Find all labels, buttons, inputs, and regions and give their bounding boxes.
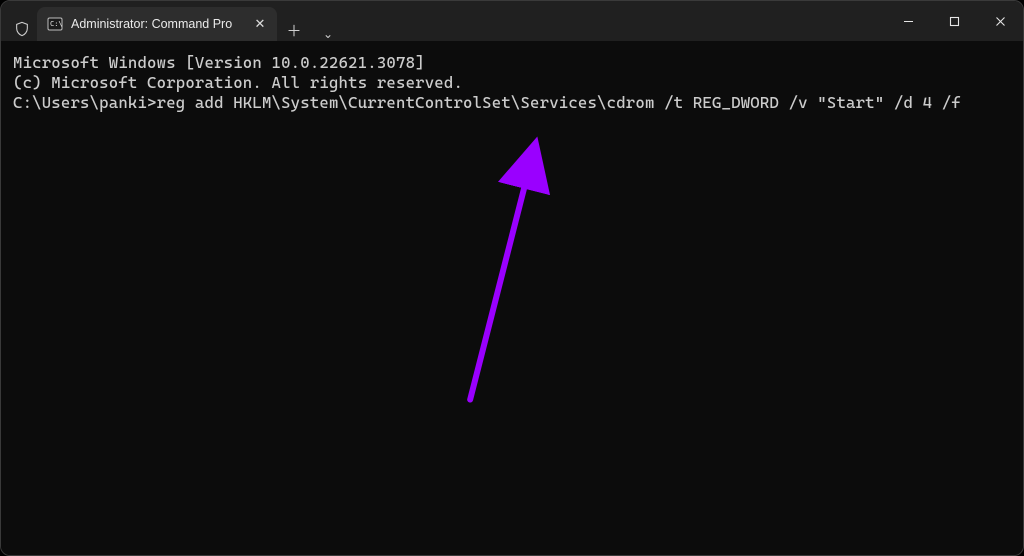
- minimize-button[interactable]: [885, 1, 931, 41]
- tab-strip: C:\ Administrator: Command Pro ✕ ＋ ⌄: [1, 1, 345, 41]
- titlebar: C:\ Administrator: Command Pro ✕ ＋ ⌄: [1, 1, 1023, 41]
- new-tab-button[interactable]: ＋: [277, 20, 311, 41]
- shield-icon: [7, 21, 37, 41]
- tab-title: Administrator: Command Pro: [71, 17, 243, 31]
- terminal-command-line: C:\Users\panki>reg add HKLM\System\Curre…: [13, 93, 1011, 113]
- close-tab-button[interactable]: ✕: [251, 15, 269, 33]
- terminal-prompt: C:\Users\panki>: [13, 93, 157, 112]
- chevron-down-icon: ⌄: [323, 27, 333, 41]
- active-tab[interactable]: C:\ Administrator: Command Pro ✕: [37, 7, 277, 41]
- window-controls: [885, 1, 1023, 41]
- terminal-window: C:\ Administrator: Command Pro ✕ ＋ ⌄: [0, 0, 1024, 556]
- close-icon: ✕: [255, 16, 266, 32]
- close-window-button[interactable]: [977, 1, 1023, 41]
- plus-icon: ＋: [286, 20, 301, 41]
- terminal-command: reg add HKLM\System\CurrentControlSet\Se…: [157, 93, 961, 112]
- svg-text:C:\: C:\: [50, 20, 63, 28]
- terminal-line: (c) Microsoft Corporation. All rights re…: [13, 73, 1011, 93]
- maximize-button[interactable]: [931, 1, 977, 41]
- tab-dropdown-button[interactable]: ⌄: [311, 27, 345, 41]
- terminal-body[interactable]: Microsoft Windows [Version 10.0.22621.30…: [1, 41, 1023, 555]
- titlebar-spacer[interactable]: [345, 1, 885, 41]
- terminal-icon: C:\: [47, 16, 63, 32]
- terminal-line: Microsoft Windows [Version 10.0.22621.30…: [13, 53, 1011, 73]
